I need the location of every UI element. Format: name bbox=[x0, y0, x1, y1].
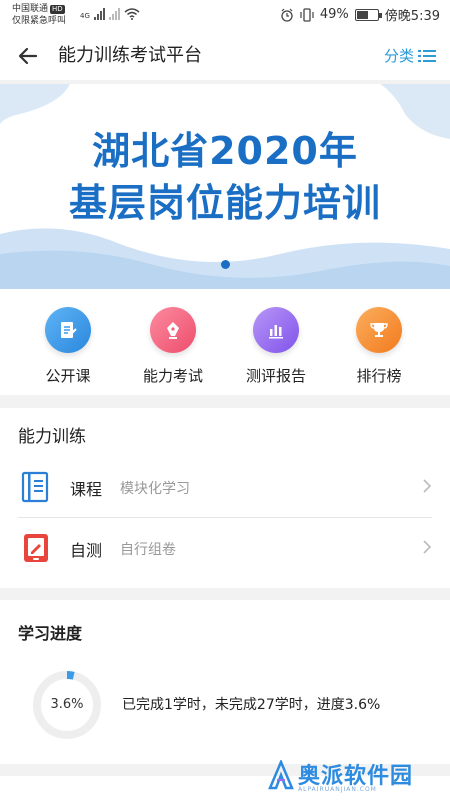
trophy-icon bbox=[356, 307, 402, 353]
row-subtitle: 自行组卷 bbox=[120, 542, 176, 558]
status-bar: 中国联通 HD 仅限紧急呼叫 4G 49% 傍晚5:39 bbox=[0, 0, 450, 32]
row-subtitle: 模块化学习 bbox=[120, 481, 190, 497]
network-type: 4G bbox=[80, 12, 90, 20]
banner-carousel[interactable]: 湖北省2020年 基层岗位能力培训 bbox=[0, 84, 450, 289]
quick-label: 公开课 bbox=[45, 367, 91, 385]
signal-indicators: 4G bbox=[80, 6, 140, 20]
list-item-self-test[interactable]: 自测 自行组卷 bbox=[0, 519, 450, 577]
bar-chart-icon bbox=[253, 307, 299, 353]
battery-percent: 49% bbox=[319, 7, 349, 22]
alarm-icon bbox=[281, 8, 293, 22]
signal-bars-icon bbox=[93, 8, 105, 20]
status-right: 49% 傍晚5:39 bbox=[280, 5, 440, 24]
carousel-indicator[interactable] bbox=[221, 260, 230, 269]
back-arrow-icon[interactable] bbox=[16, 44, 40, 68]
hd-badge: HD bbox=[50, 5, 65, 14]
carrier-info: 中国联通 HD 仅限紧急呼叫 bbox=[12, 3, 66, 27]
category-button[interactable]: 分类 bbox=[384, 45, 436, 66]
quick-item-open-course[interactable]: 公开课 bbox=[18, 307, 118, 386]
wifi-icon bbox=[124, 8, 140, 20]
row-name: 自测 bbox=[70, 541, 103, 560]
watermark-subtext: ALPAIRUANJIAN.COM bbox=[298, 786, 377, 793]
pen-icon bbox=[150, 307, 196, 353]
vibrate-icon bbox=[300, 7, 314, 22]
progress-title: 学习进度 bbox=[18, 624, 83, 643]
row-name: 课程 bbox=[70, 480, 103, 499]
quick-item-assessment-report[interactable]: 测评报告 bbox=[226, 307, 326, 386]
divider bbox=[18, 517, 432, 518]
chevron-right-icon bbox=[423, 479, 432, 493]
quick-menu: 公开课 能力考试 测评报告 排行榜 bbox=[0, 289, 450, 395]
document-edit-icon bbox=[45, 307, 91, 353]
section-title: 能力训练 bbox=[18, 427, 86, 447]
battery-icon bbox=[354, 8, 382, 21]
banner-line-1: 湖北省2020年 bbox=[92, 129, 358, 173]
emergency-text: 仅限紧急呼叫 bbox=[12, 16, 67, 26]
watermark-logo-icon bbox=[268, 760, 294, 790]
clock: 傍晚5:39 bbox=[384, 9, 440, 24]
banner-line-2: 基层岗位能力培训 bbox=[68, 181, 381, 225]
signal-bars-2-icon bbox=[108, 8, 120, 20]
quick-item-ability-exam[interactable]: 能力考试 bbox=[123, 307, 223, 386]
training-section: 能力训练 课程 模块化学习 自测 自行组卷 bbox=[0, 408, 450, 588]
quick-item-leaderboard[interactable]: 排行榜 bbox=[329, 307, 429, 386]
progress-section: 学习进度 3.6% 已完成1学时，未完成27学时，进度3.6% bbox=[0, 600, 450, 764]
category-label: 分类 bbox=[383, 47, 414, 65]
quick-label: 排行榜 bbox=[356, 367, 402, 385]
list-item-course[interactable]: 课程 模块化学习 bbox=[0, 458, 450, 516]
course-book-icon bbox=[21, 471, 49, 503]
chevron-right-icon bbox=[423, 540, 432, 554]
watermark: 奥派软件园 ALPAIRUANJIAN.COM bbox=[268, 756, 446, 800]
page-title: 能力训练考试平台 bbox=[58, 45, 202, 66]
list-icon bbox=[418, 49, 436, 62]
quick-label: 测评报告 bbox=[245, 367, 306, 385]
progress-description: 已完成1学时，未完成27学时，进度3.6% bbox=[122, 697, 381, 713]
quick-label: 能力考试 bbox=[142, 367, 203, 385]
progress-percent: 3.6% bbox=[50, 697, 84, 712]
app-bar: 能力训练考试平台 分类 bbox=[0, 32, 450, 80]
self-test-icon bbox=[24, 534, 48, 562]
carrier-name: 中国联通 bbox=[12, 4, 49, 14]
